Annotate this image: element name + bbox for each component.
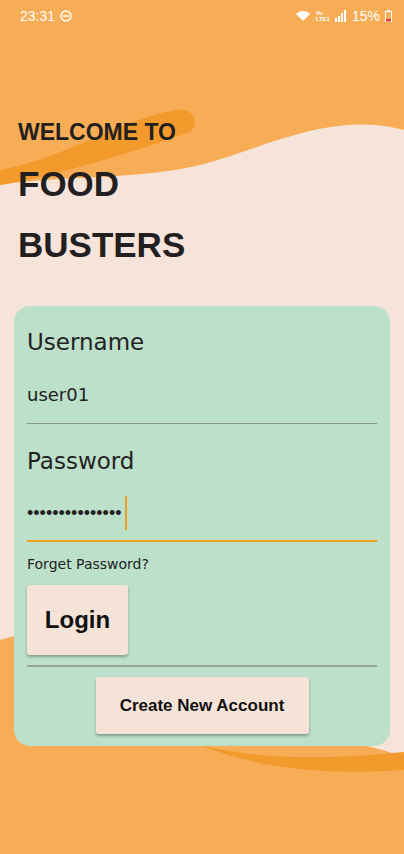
lte-label: LTE1 — [316, 16, 330, 22]
title-line: WELCOME TO — [18, 117, 404, 147]
password-label: Password — [27, 445, 377, 477]
password-field[interactable]: ••••••••••••••• — [27, 496, 377, 542]
battery-level: 15% — [352, 8, 380, 24]
forgot-password-link[interactable]: Forget Password? — [27, 555, 377, 573]
password-value: ••••••••••••••• — [27, 503, 122, 524]
create-account-button[interactable]: Create New Account — [96, 677, 309, 734]
dnd-icon — [60, 10, 72, 22]
volte-label: Vo — [316, 10, 330, 16]
divider — [27, 665, 377, 667]
clock: 23:31 — [20, 8, 55, 24]
login-card: Username user01 Password ••••••••••••••• For… — [14, 306, 390, 746]
text-caret — [125, 496, 127, 530]
app-title: WELCOME TO FOODBUSTERS — [18, 117, 404, 275]
status-bar: 23:31 VoLTE1 15% — [0, 0, 404, 32]
status-right: VoLTE1 15% — [295, 8, 392, 24]
title-line: FOOD — [18, 157, 404, 211]
title-line: BUSTERS — [18, 215, 404, 275]
username-field[interactable]: user01 — [27, 383, 377, 424]
network: VoLTE1 — [316, 10, 330, 22]
login-button[interactable]: Login — [27, 585, 128, 655]
status-left: 23:31 — [20, 8, 72, 24]
signal-icon — [335, 10, 347, 22]
username-label: Username — [27, 326, 377, 358]
wifi-icon — [295, 10, 311, 22]
battery-icon — [385, 10, 392, 22]
